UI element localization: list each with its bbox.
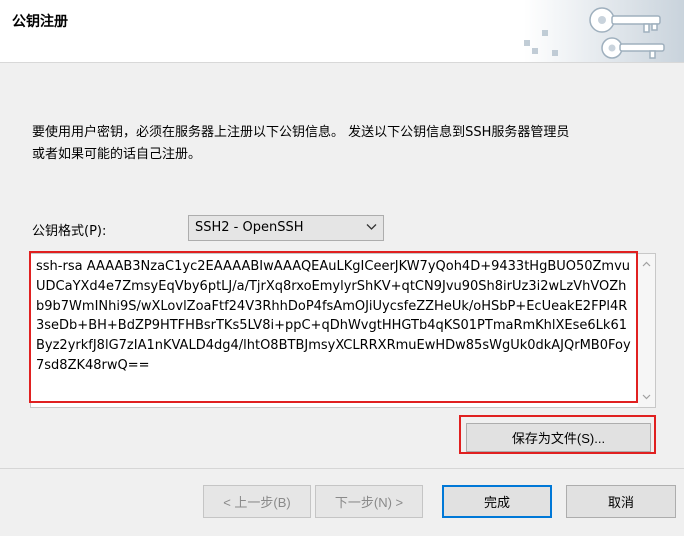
footer-divider <box>0 468 684 469</box>
public-key-text: ssh-rsa AAAAB3NzaC1yc2EAAAABIwAAAQEAuLKg… <box>36 259 631 373</box>
description-line-2: 或者如果可能的话自己注册。 <box>32 147 202 162</box>
scroll-down-icon[interactable] <box>642 392 651 401</box>
finish-button[interactable]: 完成 <box>442 485 552 518</box>
back-button[interactable]: < 上一步(B) <box>203 485 311 518</box>
cancel-button[interactable]: 取消 <box>566 485 676 518</box>
keys-icon <box>524 0 684 62</box>
window-title: 公钥注册 <box>12 14 68 30</box>
description: 要使用用户密钥，必须在服务器上注册以下公钥信息。 发送以下公钥信息到SSH服务器… <box>32 122 662 166</box>
public-key-textarea[interactable]: ssh-rsa AAAAB3NzaC1yc2EAAAABIwAAAQEAuLKg… <box>30 253 656 408</box>
chevron-down-icon <box>366 224 377 230</box>
scroll-up-icon[interactable] <box>642 260 651 269</box>
save-to-file-button[interactable]: 保存为文件(S)... <box>466 423 651 452</box>
wizard-header: 公钥注册 <box>0 0 684 63</box>
textarea-scrollbar[interactable] <box>638 254 655 407</box>
description-line-1: 要使用用户密钥，必须在服务器上注册以下公钥信息。 发送以下公钥信息到SSH服务器… <box>32 125 570 140</box>
format-select-value: SSH2 - OpenSSH <box>195 220 304 235</box>
format-select[interactable]: SSH2 - OpenSSH <box>188 215 384 241</box>
format-label: 公钥格式(P): <box>32 224 107 239</box>
next-button[interactable]: 下一步(N) > <box>315 485 423 518</box>
